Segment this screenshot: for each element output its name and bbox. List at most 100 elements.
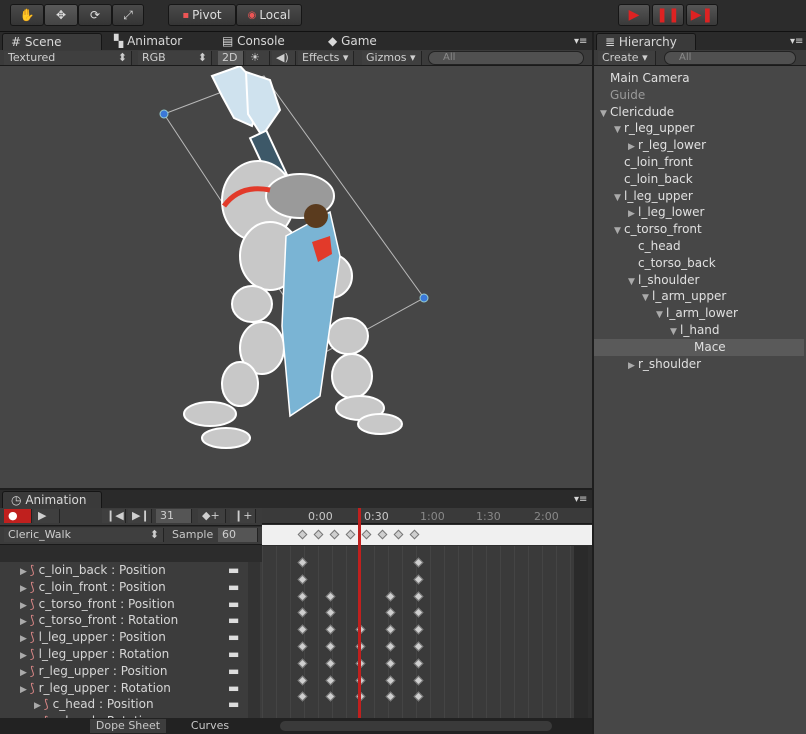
keyframe-icon[interactable] <box>297 557 308 568</box>
play-button[interactable]: ▶ <box>618 4 650 26</box>
frame-input[interactable]: 31 <box>156 509 192 523</box>
dopesheet-area[interactable]: 0:00 0:30 1:00 1:30 2:00 <box>262 508 592 718</box>
hierarchy-search-input[interactable]: All <box>664 51 796 65</box>
step-button[interactable]: ▶❚ <box>686 4 718 26</box>
event-lane[interactable] <box>262 525 592 545</box>
hierarchy-item[interactable]: ▶ l_leg_lower <box>594 204 804 221</box>
property-menu-icon[interactable]: ▬ <box>228 629 239 646</box>
gizmos-dropdown[interactable]: Gizmos ▾ <box>362 51 422 65</box>
keyframe-icon[interactable] <box>297 641 308 652</box>
record-button[interactable]: ● <box>4 509 32 523</box>
hierarchy-item[interactable]: Main Camera <box>594 70 804 87</box>
rotate-tool-button[interactable]: ⟳ <box>78 4 112 26</box>
scale-tool-button[interactable]: ⤢ <box>112 4 144 26</box>
property-menu-icon[interactable]: ▬ <box>228 696 239 713</box>
triangle-right-icon[interactable]: ▶ <box>20 668 27 678</box>
property-menu-icon[interactable]: ▬ <box>228 612 239 629</box>
property-menu-icon[interactable]: ▬ <box>228 579 239 596</box>
tab-hierarchy[interactable]: ≣ Hierarchy <box>596 33 696 50</box>
keyframe-icon[interactable] <box>325 607 336 618</box>
tab-curves[interactable]: Curves <box>172 719 248 733</box>
keyframe-icon[interactable] <box>297 591 308 602</box>
property-row[interactable]: ▶ ⟆ c_head : Position ▬ <box>0 696 262 713</box>
prev-key-button[interactable]: ❙◀ <box>102 509 126 523</box>
mode-2d-toggle[interactable]: 2D <box>218 51 244 65</box>
hierarchy-item[interactable]: ▼ l_arm_upper <box>594 288 804 305</box>
time-ruler[interactable]: 0:00 0:30 1:00 1:30 2:00 <box>262 508 592 524</box>
triangle-right-icon[interactable]: ▶ <box>34 701 41 711</box>
hierarchy-item[interactable]: ▼ Clericdude <box>594 104 804 121</box>
triangle-right-icon[interactable]: ▶ <box>20 567 27 577</box>
panel-menu-icon[interactable]: ▾≡ <box>566 33 595 50</box>
scene-search-input[interactable]: All <box>428 51 584 65</box>
lighting-toggle[interactable]: ☀ <box>246 51 270 65</box>
tab-animation[interactable]: ◷ Animation <box>2 491 102 508</box>
pause-button[interactable]: ❚❚ <box>652 4 684 26</box>
tab-game[interactable]: ◆ Game <box>320 33 385 50</box>
keyframe-icon[interactable] <box>325 624 336 635</box>
hierarchy-item[interactable]: Mace <box>594 338 804 356</box>
add-event-button[interactable]: ❙+ <box>230 509 256 523</box>
hierarchy-item[interactable]: ▶ r_leg_lower <box>594 137 804 154</box>
hierarchy-item[interactable]: Guide <box>594 87 804 104</box>
next-key-button[interactable]: ▶❙ <box>128 509 152 523</box>
panel-menu-icon[interactable]: ▾≡ <box>782 33 806 50</box>
hierarchy-item[interactable]: c_head <box>594 238 804 255</box>
effects-dropdown[interactable]: Effects ▾ <box>298 51 354 65</box>
keyframe-icon[interactable] <box>325 641 336 652</box>
hierarchy-item[interactable]: ▼ r_leg_upper <box>594 120 804 137</box>
hierarchy-item[interactable]: ▼ c_torso_front <box>594 221 804 238</box>
panel-menu-icon[interactable]: ▾≡ <box>566 491 595 508</box>
hierarchy-item[interactable]: ▶ r_shoulder <box>594 356 804 373</box>
property-menu-icon[interactable]: ▬ <box>228 562 239 579</box>
clip-dropdown[interactable]: Cleric_Walk ⬍ <box>4 528 164 542</box>
scene-viewport[interactable] <box>0 64 592 488</box>
add-keyframe-button[interactable]: ◆+ <box>198 509 226 523</box>
triangle-right-icon[interactable]: ▶ <box>20 634 27 644</box>
property-menu-icon[interactable]: ▬ <box>228 663 239 680</box>
keyframe-icon[interactable] <box>297 574 308 585</box>
property-row[interactable]: ▶ ⟆ c_loin_back : Position ▬ <box>0 562 262 579</box>
local-toggle[interactable]: ◉ Local <box>236 4 302 26</box>
hierarchy-item[interactable]: c_loin_back <box>594 171 804 188</box>
triangle-right-icon[interactable]: ▶ <box>628 358 638 375</box>
keyframe-icon[interactable] <box>325 675 336 686</box>
shading-dropdown[interactable]: Textured ⬍ <box>4 51 132 65</box>
property-row[interactable]: ▶ ⟆ l_leg_upper : Rotation ▬ <box>0 646 262 663</box>
keyframe-icon[interactable] <box>297 658 308 669</box>
tab-animator[interactable]: ▚ Animator <box>106 33 190 50</box>
keyframe-icon[interactable] <box>325 658 336 669</box>
render-mode-dropdown[interactable]: RGB ⬍ <box>138 51 212 65</box>
tab-scene[interactable]: # Scene <box>2 33 102 50</box>
create-dropdown[interactable]: Create ▾ <box>598 51 656 65</box>
triangle-right-icon[interactable]: ▶ <box>20 601 27 611</box>
property-menu-icon[interactable]: ▬ <box>228 596 239 613</box>
hierarchy-item[interactable]: ▼ l_leg_upper <box>594 188 804 205</box>
pivot-toggle[interactable]: ▪ Pivot <box>168 4 236 26</box>
tab-console[interactable]: ▤ Console <box>214 33 293 50</box>
playhead[interactable] <box>358 508 361 718</box>
keyframe-icon[interactable] <box>297 607 308 618</box>
hierarchy-item[interactable]: ▼ l_hand <box>594 322 804 339</box>
play-anim-button[interactable]: ▶ <box>34 509 60 523</box>
keyframe-icon[interactable] <box>297 691 308 702</box>
property-row[interactable]: ▶ ⟆ l_leg_upper : Position ▬ <box>0 629 262 646</box>
move-tool-button[interactable]: ✥ <box>44 4 78 26</box>
hierarchy-item[interactable]: ▼ l_shoulder <box>594 272 804 289</box>
property-menu-icon[interactable]: ▬ <box>228 680 239 697</box>
triangle-right-icon[interactable]: ▶ <box>20 584 27 594</box>
hand-tool-button[interactable]: ✋ <box>10 4 44 26</box>
hierarchy-item[interactable]: c_loin_front <box>594 154 804 171</box>
keyframe-icon[interactable] <box>297 675 308 686</box>
property-row[interactable]: ▶ ⟆ c_loin_front : Position ▬ <box>0 579 262 596</box>
sample-input[interactable]: 60 <box>218 528 258 542</box>
triangle-right-icon[interactable]: ▶ <box>20 651 27 661</box>
triangle-right-icon[interactable]: ▶ <box>20 685 27 695</box>
keyframe-icon[interactable] <box>297 624 308 635</box>
hierarchy-item[interactable]: c_torso_back <box>594 255 804 272</box>
property-row[interactable]: ▶ ⟆ c_torso_front : Rotation ▬ <box>0 612 262 629</box>
property-row[interactable]: ▶ ⟆ c_torso_front : Position ▬ <box>0 596 262 613</box>
keyframe-icon[interactable] <box>325 591 336 602</box>
keyframe-icon[interactable] <box>325 691 336 702</box>
hierarchy-item[interactable]: ▼ l_arm_lower <box>594 305 804 322</box>
